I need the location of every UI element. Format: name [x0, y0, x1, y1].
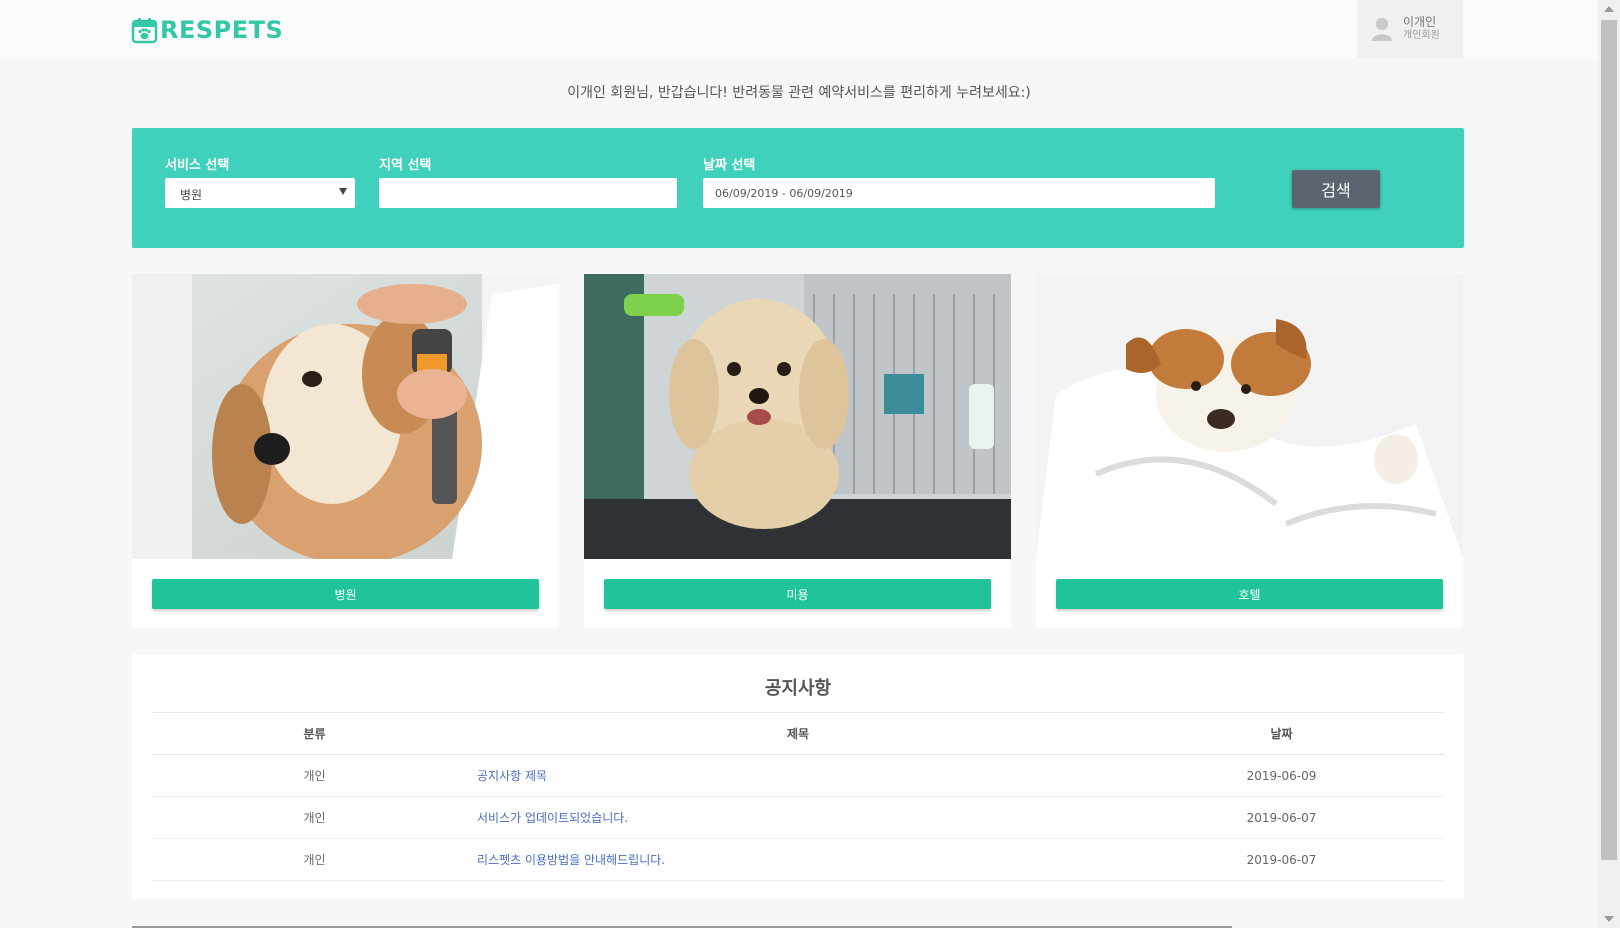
column-header-date: 날짜: [1119, 712, 1444, 755]
notice-title-link[interactable]: 공지사항 제목: [477, 769, 547, 783]
column-header-category: 분류: [152, 712, 477, 755]
top-navbar: RESPETS 이개인 개인회원: [0, 0, 1598, 58]
service-card-hotel: 호텔: [1036, 274, 1463, 628]
table-row: 개인 서비스가 업데이트되었습니다. 2019-06-07: [152, 796, 1444, 839]
service-button-hotel[interactable]: 호텔: [1056, 579, 1443, 609]
calendar-paw-icon: [131, 17, 158, 43]
date-select-label: 날짜 선택: [703, 158, 756, 173]
service-button-hospital[interactable]: 병원: [152, 579, 539, 609]
table-row: 개인 공지사항 제목 2019-06-09: [152, 754, 1444, 797]
notice-category: 개인: [152, 754, 477, 797]
scroll-up-icon[interactable]: [1604, 6, 1614, 12]
service-card-grooming: 미용: [584, 274, 1011, 628]
caret-down-icon: [339, 188, 347, 195]
service-card-hospital: 병원: [132, 274, 559, 628]
logo[interactable]: RESPETS: [131, 16, 283, 44]
notice-panel: 공지사항 분류 제목 날짜 개인 공지사항 제목 2019-06-09 개인 서…: [132, 654, 1464, 899]
service-select[interactable]: 병원: [165, 178, 355, 208]
user-name: 이개인: [1403, 15, 1437, 29]
search-button[interactable]: 검색: [1292, 170, 1380, 208]
search-panel: 서비스 선택 병원 지역 선택 날짜 선택 검색: [132, 128, 1464, 248]
user-type: 개인회원: [1403, 30, 1440, 41]
dog-hotel-photo: [1036, 274, 1463, 559]
notice-table: 분류 제목 날짜 개인 공지사항 제목 2019-06-09 개인 서비스가 업…: [152, 712, 1444, 881]
region-input[interactable]: [379, 178, 677, 208]
table-row: 개인 리스펫츠 이용방법을 안내해드립니다. 2019-06-07: [152, 838, 1444, 881]
date-range-input[interactable]: [703, 178, 1215, 208]
notice-title-link[interactable]: 리스펫츠 이용방법을 안내해드립니다.: [477, 853, 665, 867]
column-header-title: 제목: [477, 712, 1119, 755]
notice-category: 개인: [152, 838, 477, 881]
scrollbar[interactable]: [1598, 0, 1620, 928]
notice-title-link[interactable]: 서비스가 업데이트되었습니다.: [477, 811, 628, 825]
notice-title: 공지사항: [764, 678, 832, 699]
service-button-grooming[interactable]: 미용: [604, 579, 991, 609]
user-avatar-icon: [1372, 18, 1392, 41]
notice-date: 2019-06-07: [1119, 796, 1444, 839]
dog-vet-photo: [132, 274, 559, 559]
logo-text: RESPETS: [160, 16, 284, 44]
scroll-down-icon[interactable]: [1604, 916, 1614, 922]
notice-category: 개인: [152, 796, 477, 839]
region-select-label: 지역 선택: [379, 158, 432, 173]
table-header-row: 분류 제목 날짜: [152, 712, 1444, 755]
dog-grooming-photo: [584, 274, 1011, 559]
scroll-thumb[interactable]: [1601, 20, 1617, 860]
welcome-message: 이개인 회원님, 반갑습니다! 반려동물 관련 예약서비스를 편리하게 누려보세…: [567, 85, 1031, 101]
notice-date: 2019-06-07: [1119, 838, 1444, 881]
user-menu[interactable]: 이개인 개인회원: [1357, 0, 1463, 58]
service-select-value: 병원: [180, 188, 203, 202]
notice-date: 2019-06-09: [1119, 754, 1444, 797]
service-select-label: 서비스 선택: [165, 158, 230, 173]
